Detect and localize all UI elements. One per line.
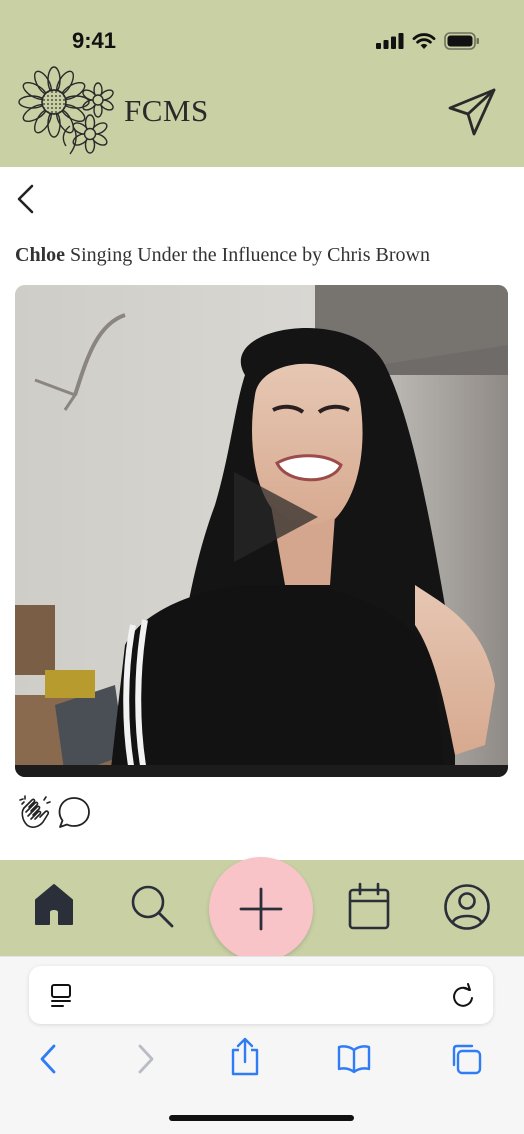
reload-button[interactable] [449,981,477,1014]
chevron-right-icon [138,1044,154,1074]
reload-icon [453,983,473,1007]
clap-button[interactable] [18,794,52,833]
tab-home[interactable] [33,880,75,931]
brand-name: FCMS [124,93,209,128]
chevron-left-icon [17,184,34,214]
user-circle-icon [444,884,490,930]
send-message-button[interactable] [444,86,500,140]
battery-icon [444,32,479,50]
add-post-button[interactable] [209,857,313,961]
post-actions [18,794,92,833]
play-icon [234,472,318,562]
post-title: Chloe Singing Under the Influence by Chr… [15,244,430,267]
share-icon [231,1037,259,1076]
post-caption: Singing Under the Influence by Chris Bro… [70,244,430,266]
tabs-button[interactable] [448,1041,484,1080]
tabs-icon [452,1044,482,1075]
browser-forward-button[interactable] [132,1040,158,1081]
browser-back-button[interactable] [36,1040,62,1081]
search-icon [131,885,174,928]
status-icons [376,32,480,50]
sunflower-logo [18,66,114,155]
reader-mode-icon [51,984,71,1007]
speech-bubble-icon [58,797,90,828]
home-indicator [169,1115,354,1121]
tab-search[interactable] [128,880,176,935]
home-icon [35,884,73,925]
reader-mode-button[interactable] [49,982,73,1013]
play-button[interactable] [230,468,322,566]
paper-plane-icon [448,88,496,136]
status-time: 9:41 [72,28,117,53]
book-icon [337,1045,371,1074]
cellular-signal-icon [376,33,404,49]
post-author: Chloe [15,244,65,266]
chevron-left-icon [40,1044,56,1074]
bookmarks-button[interactable] [336,1042,372,1077]
address-bar[interactable] [29,966,493,1024]
back-button[interactable] [10,180,44,218]
tab-profile[interactable] [442,880,492,935]
calendar-icon [348,882,390,930]
comment-button[interactable] [56,794,92,833]
wifi-icon [412,33,436,49]
tab-calendar[interactable] [346,880,392,935]
clapping-hands-icon [19,795,51,828]
share-button[interactable] [228,1036,262,1081]
plus-icon [239,887,283,931]
